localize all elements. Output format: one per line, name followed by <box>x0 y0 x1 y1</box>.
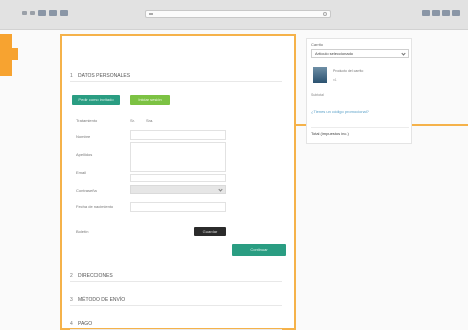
login-button[interactable]: Iniciar sesión <box>130 95 170 105</box>
section-label: DATOS PERSONALES <box>78 73 131 79</box>
chevron-down-icon <box>401 51 406 56</box>
side-accent <box>0 34 12 76</box>
total-label: Total (impuestos inc.) <box>311 127 409 136</box>
checkout-panel: 1 DATOS PERSONALES Pedir como invitado In… <box>60 34 296 330</box>
product-quantity: x1 <box>333 78 337 82</box>
section-personal-data[interactable]: 1 DATOS PERSONALES <box>70 70 282 82</box>
product-name[interactable]: Producto del carrito <box>333 69 373 73</box>
tab-title <box>200 22 270 27</box>
name-label: Nombre <box>76 134 91 139</box>
address-bar[interactable] <box>145 10 331 18</box>
surname-label: Apellidos <box>76 152 93 157</box>
cart-summary: Carrito Artículo seleccionado Producto d… <box>306 38 412 144</box>
guest-checkout-button[interactable]: Pedir como invitado <box>72 95 120 105</box>
side-accent-notch <box>12 48 18 60</box>
reload-icon[interactable] <box>323 12 327 16</box>
promo-code-link[interactable]: ¿Tienes un código promocional? <box>311 109 369 114</box>
birthdate-label: Fecha de nacimiento <box>76 204 114 209</box>
section-shipping[interactable]: 3 MÉTODO DE ENVÍO <box>70 294 282 306</box>
section-addresses[interactable]: 2 DIRECCIONES <box>70 270 282 282</box>
continue-button[interactable]: Continuar <box>232 244 286 256</box>
toolbar-buttons[interactable] <box>422 10 460 16</box>
section-label: MÉTODO DE ENVÍO <box>78 297 126 303</box>
browser-chrome <box>0 0 468 30</box>
section-number: 3 <box>70 297 73 303</box>
back-icon[interactable] <box>149 13 153 15</box>
chevron-down-icon <box>218 187 223 192</box>
section-number: 2 <box>70 273 73 279</box>
section-label: DIRECCIONES <box>78 273 113 279</box>
password-field[interactable] <box>130 185 226 194</box>
password-label: Contraseña <box>76 188 97 193</box>
title-option-mr[interactable]: Sr. <box>130 118 135 123</box>
newsletter-label: Boletín <box>76 229 89 234</box>
email-field[interactable] <box>130 174 226 182</box>
summary-header: Carrito <box>311 42 324 47</box>
save-button[interactable]: Guardar <box>194 227 226 236</box>
nav-buttons[interactable] <box>38 10 68 16</box>
section-number: 1 <box>70 73 73 79</box>
title-option-mrs[interactable]: Sra. <box>146 118 153 123</box>
cart-select-value: Artículo seleccionado <box>315 51 354 56</box>
section-label: PAGO <box>78 321 93 327</box>
section-number: 4 <box>70 321 73 327</box>
email-label: Email <box>76 170 87 175</box>
section-payment[interactable]: 4 PAGO <box>70 318 282 330</box>
subtotal-label: Subtotal <box>311 93 324 97</box>
title-label: Tratamiento <box>76 118 98 123</box>
birthdate-field[interactable] <box>130 202 226 212</box>
surname-field[interactable] <box>130 142 226 172</box>
name-field[interactable] <box>130 130 226 140</box>
cart-select[interactable]: Artículo seleccionado <box>311 49 409 58</box>
product-thumbnail[interactable] <box>313 67 327 83</box>
